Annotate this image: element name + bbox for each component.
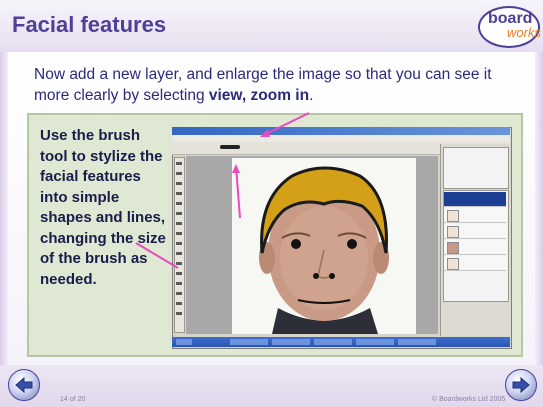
- intro-text: Now add a new layer, and enlarge the ima…: [34, 64, 514, 106]
- frame-edge-left: [0, 52, 8, 365]
- tool-icon: [176, 262, 182, 265]
- tool-icon: [176, 222, 182, 225]
- instr-emphasis: stylize: [90, 147, 136, 165]
- instr-part: Use the: [40, 127, 99, 144]
- right-arrow-icon: [512, 376, 530, 394]
- layer-thumbnail: [447, 242, 459, 254]
- tool-icon: [176, 172, 182, 175]
- forward-button[interactable]: [505, 369, 537, 401]
- tool-icon: [176, 182, 182, 185]
- instr-part: to: [67, 147, 90, 165]
- back-button[interactable]: [8, 369, 40, 401]
- slide: Facial features board works Now add a ne…: [0, 0, 543, 407]
- tool-icon: [176, 202, 182, 205]
- logo-text-bottom: works: [507, 25, 541, 40]
- taskbar-item[interactable]: [314, 339, 352, 345]
- taskbar-item[interactable]: [272, 339, 310, 345]
- tool-icon: [176, 312, 182, 315]
- layer-thumbnail: [447, 258, 459, 270]
- face-image: [259, 166, 389, 334]
- navigator-panel: [443, 147, 509, 189]
- frame-edge-right: [535, 52, 543, 365]
- brush-size-swatch: [220, 145, 240, 149]
- start-button[interactable]: [176, 339, 192, 345]
- slide-title: Facial features: [12, 12, 167, 37]
- left-arrow-icon: [15, 376, 33, 394]
- page-number: 14 of 20: [60, 396, 86, 403]
- layer-thumbnail: [447, 210, 459, 222]
- tool-icon: [176, 232, 182, 235]
- intro-emphasis: view, zoom in: [208, 87, 310, 104]
- tool-icon: [176, 292, 182, 295]
- intro-part: .: [309, 87, 314, 104]
- taskbar-item[interactable]: [398, 339, 436, 345]
- taskbar-item[interactable]: [230, 339, 268, 345]
- instr-part: the facial features into simple shapes a…: [40, 147, 166, 288]
- instruction-text: Use the brush tool to stylize the facial…: [40, 126, 170, 290]
- tool-icon: [176, 252, 182, 255]
- tool-icon: [176, 242, 182, 245]
- copyright-text: © Boardworks Ltd 2005: [432, 396, 506, 403]
- tool-icon: [176, 212, 182, 215]
- tool-icon: [176, 192, 182, 195]
- tool-icon: [176, 162, 182, 165]
- tool-icon: [176, 272, 182, 275]
- tool-icon: [176, 302, 182, 305]
- tool-icon: [176, 282, 182, 285]
- layer-row[interactable]: [444, 192, 506, 207]
- layer-thumbnail: [447, 226, 459, 238]
- taskbar-item[interactable]: [356, 339, 394, 345]
- editor-titlebar: [172, 127, 510, 135]
